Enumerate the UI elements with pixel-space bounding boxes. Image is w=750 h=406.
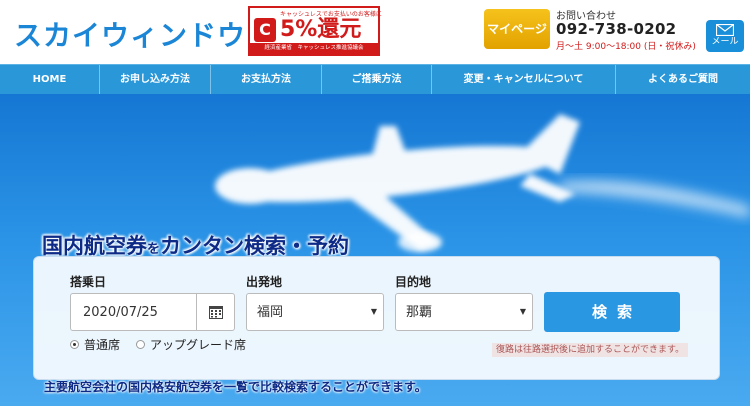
seat-normal-label: 普通席 — [84, 338, 121, 352]
mail-button[interactable]: メール — [706, 20, 744, 52]
calendar-icon[interactable] — [196, 294, 234, 330]
cashless-main-text: 5%還元 — [280, 17, 362, 42]
seat-upgrade-radio[interactable]: アップグレード席 — [136, 336, 246, 353]
chevron-down-icon: ▼ — [370, 307, 377, 316]
seat-normal-radio[interactable]: 普通席 — [70, 336, 120, 353]
date-label: 搭乗日 — [70, 275, 107, 289]
nav-boarding[interactable]: ご搭乗方法 — [322, 65, 432, 95]
search-panel: 搭乗日 2020/07/25 出発地 福岡 ▼ 目的地 那覇 ▼ 検索 普通席 — [33, 256, 720, 380]
nav-home[interactable]: HOME — [0, 65, 100, 95]
return-note: 復路は往路選択後に追加することができます。 — [492, 343, 689, 357]
headline-part-c: カンタン検索・予約 — [160, 234, 350, 258]
date-field[interactable]: 2020/07/25 — [70, 293, 235, 331]
cashless-bottom-text: 経済産業省 キャッシュレス推進協議会 — [250, 43, 378, 54]
envelope-icon — [716, 24, 734, 36]
destination-label: 目的地 — [395, 275, 432, 289]
main-nav: HOME お申し込み方法 お支払方法 ご搭乗方法 変更・キャンセルについて よく… — [0, 64, 750, 95]
origin-value: 福岡 — [257, 305, 284, 320]
cashless-banner[interactable]: キャッシュレスでお支払いのお客様に C 5%還元 経済産業省 キャッシュレス推進… — [248, 6, 382, 56]
nav-change-cancel[interactable]: 変更・キャンセルについて — [432, 65, 616, 95]
contact-hours: 月〜土 9:00〜18:00 (日・祝休み) — [556, 42, 696, 52]
headline-part-a: 国内航空券 — [42, 234, 147, 258]
site-header: スカイウィンドウ キャッシュレスでお支払いのお客様に C 5%還元 経済産業省 … — [0, 0, 750, 64]
hero-description: 主要航空会社の国内格安航空券を一覧で比較検索することができます。 — [44, 380, 427, 394]
mypage-button[interactable]: マイページ — [484, 9, 550, 49]
search-button[interactable]: 検索 — [544, 292, 680, 332]
origin-select[interactable]: 福岡 ▼ — [246, 293, 384, 331]
chevron-down-icon: ▼ — [519, 307, 526, 316]
mail-label: メール — [711, 37, 739, 47]
origin-label: 出発地 — [246, 275, 283, 289]
headline-part-b: を — [147, 242, 161, 257]
nav-payment[interactable]: お支払方法 — [211, 65, 322, 95]
destination-value: 那覇 — [406, 305, 433, 320]
destination-select[interactable]: 那覇 ▼ — [395, 293, 533, 331]
site-logo[interactable]: スカイウィンドウ — [14, 14, 246, 54]
seat-upgrade-label: アップグレード席 — [150, 338, 247, 352]
nav-faq[interactable]: よくあるご質問 — [616, 65, 750, 95]
date-value: 2020/07/25 — [83, 305, 158, 320]
radio-unselected-icon — [136, 340, 145, 349]
cashless-logo-icon: C — [254, 18, 276, 42]
contact-phone[interactable]: 092-738-0202 — [556, 20, 676, 38]
radio-selected-icon — [70, 340, 79, 349]
nav-application[interactable]: お申し込み方法 — [100, 65, 211, 95]
